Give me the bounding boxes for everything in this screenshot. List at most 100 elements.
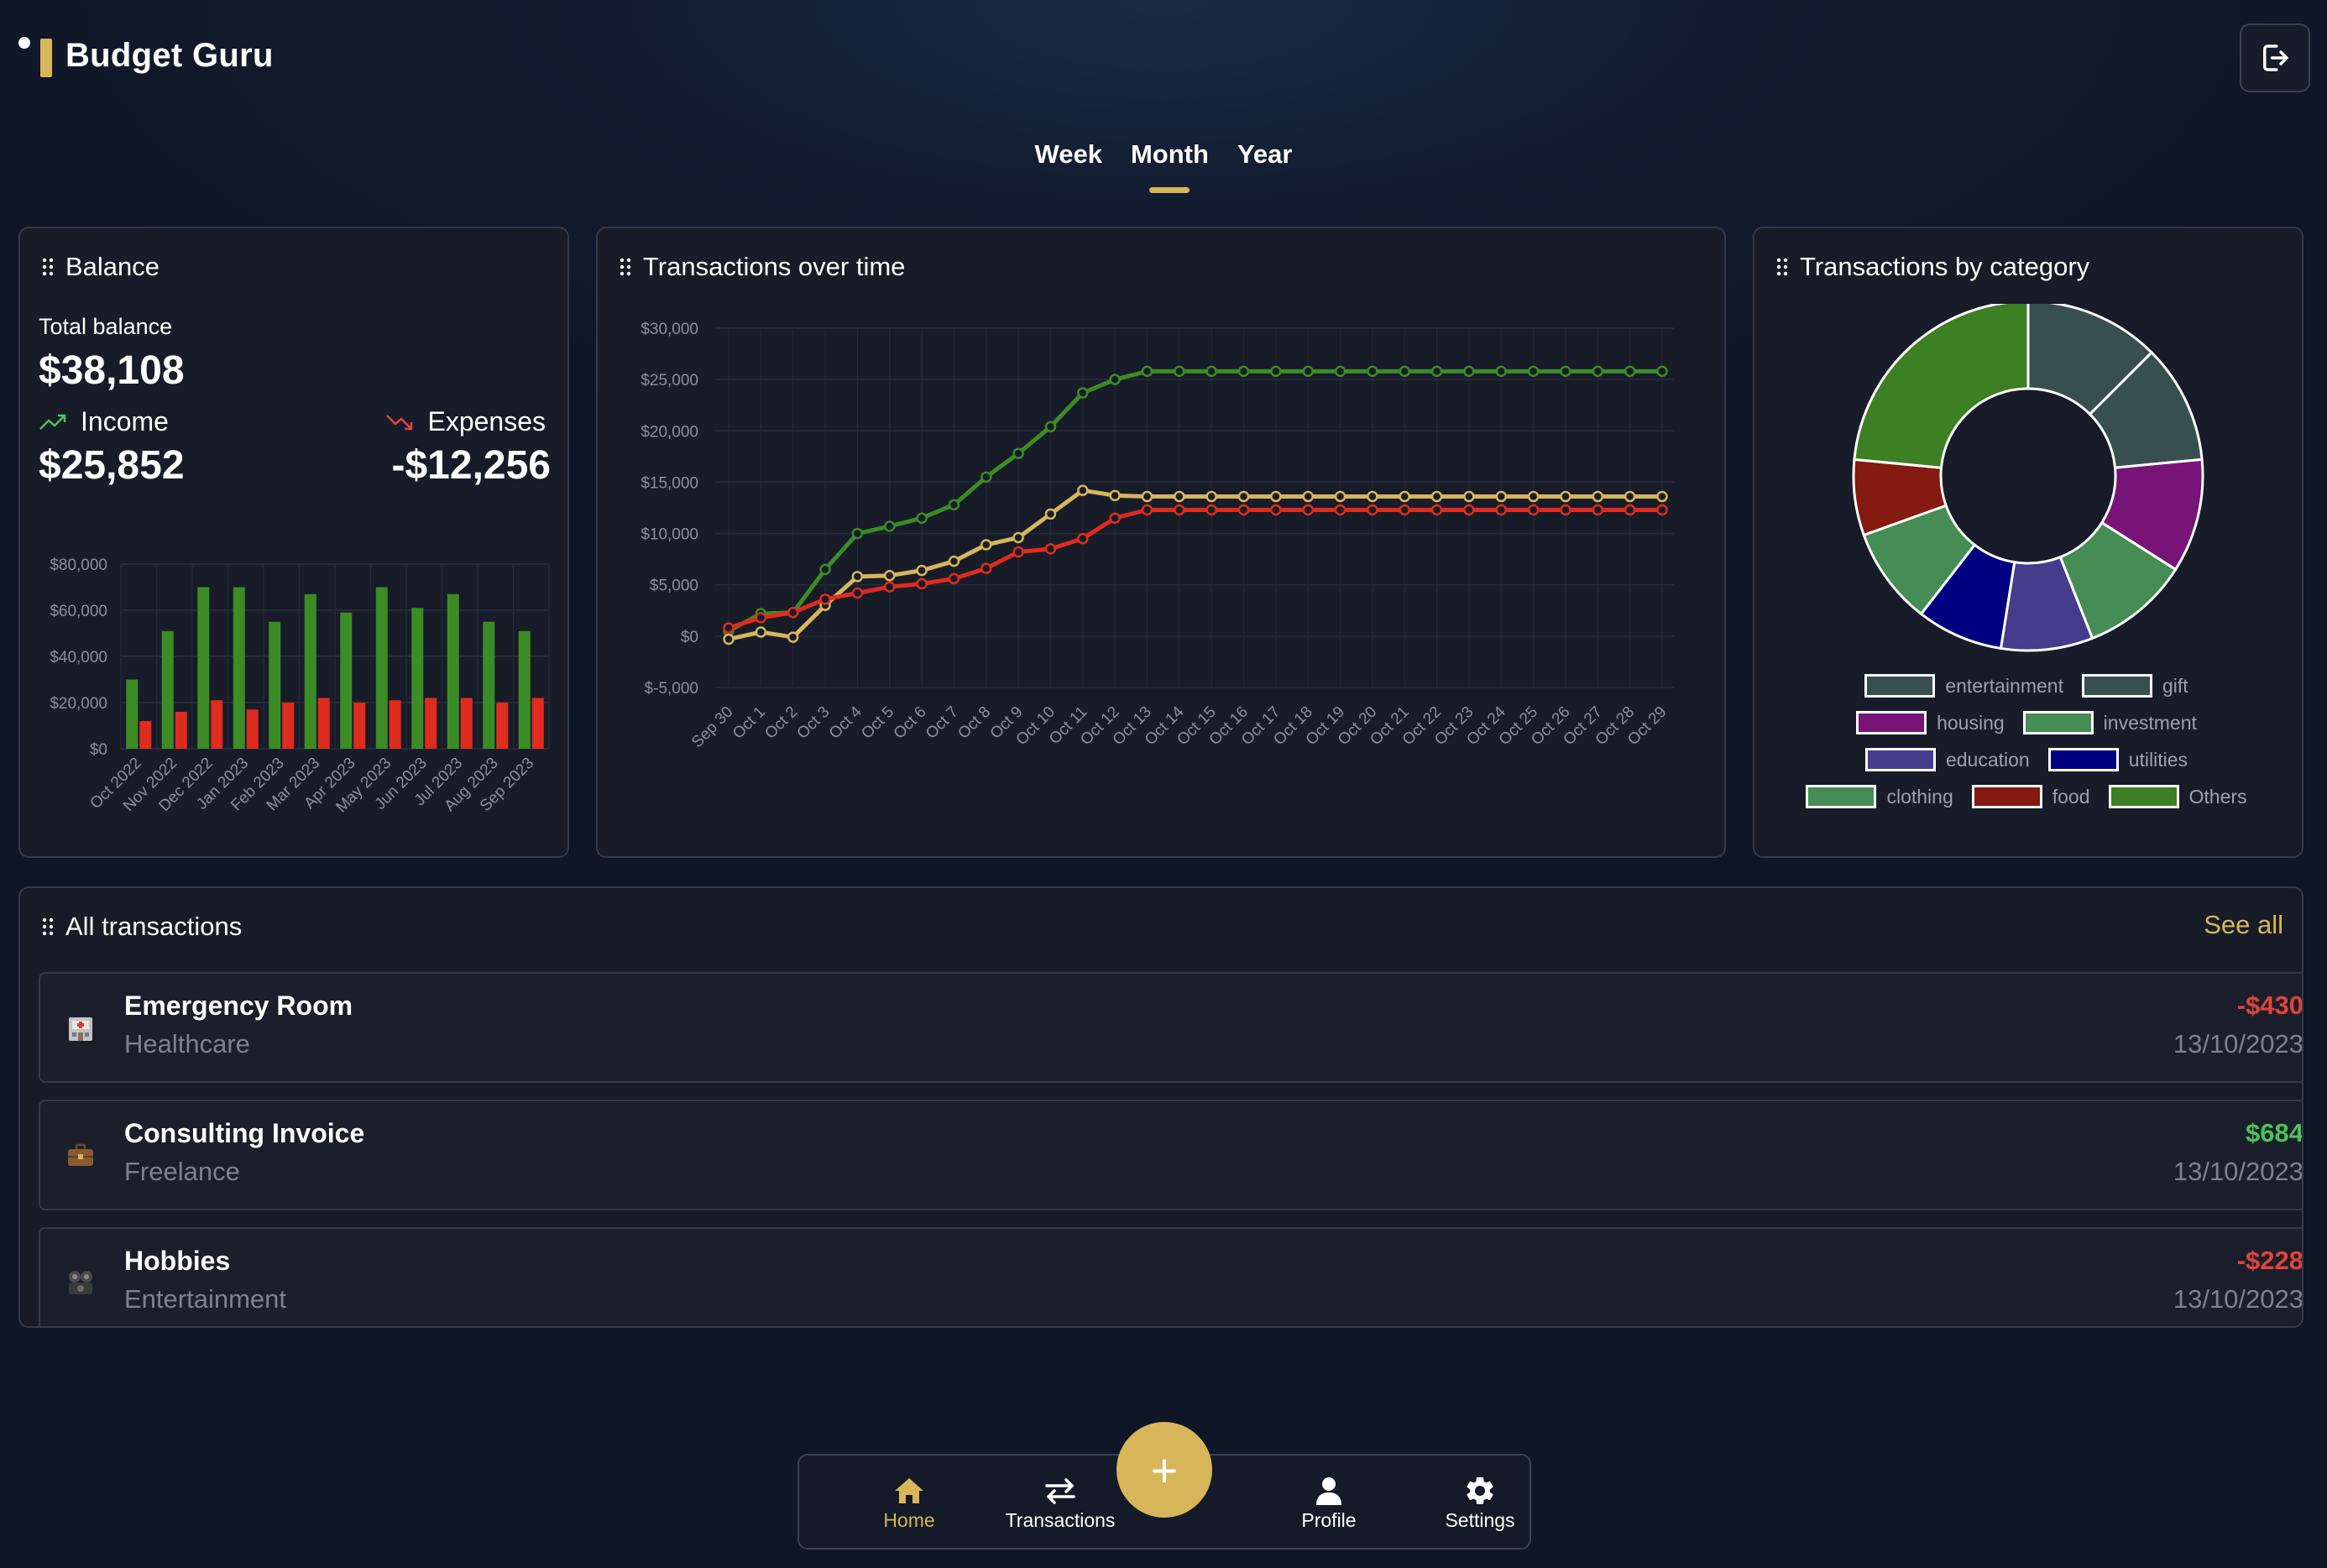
tab-week[interactable]: Week bbox=[1035, 139, 1102, 180]
data-point bbox=[1624, 504, 1636, 516]
x-tick-label: Oct 7 bbox=[923, 703, 962, 743]
data-point bbox=[948, 572, 960, 585]
data-point bbox=[1077, 532, 1089, 545]
legend-item[interactable]: clothing bbox=[1806, 784, 1953, 809]
bar bbox=[389, 700, 401, 749]
nav-settings-label: Settings bbox=[1445, 1509, 1515, 1531]
expenses-label: Expenses bbox=[427, 406, 546, 436]
transaction-name: Hobbies bbox=[124, 1246, 231, 1276]
data-point bbox=[1463, 504, 1475, 516]
legend-label: utilities bbox=[2128, 748, 2188, 771]
see-all-link[interactable]: See all bbox=[2204, 910, 2283, 940]
x-tick-label: Oct 3 bbox=[794, 703, 834, 743]
legend-item[interactable]: investment bbox=[2022, 710, 2197, 735]
y-tick-label: $-5,000 bbox=[645, 680, 698, 698]
data-point bbox=[755, 626, 767, 638]
nav-transactions[interactable]: Transactions bbox=[989, 1472, 1132, 1532]
y-tick-label: $60,000 bbox=[50, 603, 107, 620]
tab-month[interactable]: Month bbox=[1131, 139, 1209, 180]
data-point bbox=[1302, 504, 1314, 516]
transactions-line-chart: $30,000 $25,000 $20,000 $15,000 $10,000 $5,00… bbox=[641, 321, 1674, 751]
bar bbox=[460, 698, 473, 749]
data-point bbox=[723, 622, 735, 634]
legend-swatch bbox=[2022, 711, 2094, 734]
data-point bbox=[1527, 490, 1540, 503]
data-point bbox=[1624, 490, 1636, 503]
legend-item[interactable]: education bbox=[1864, 747, 2030, 772]
y-tick-label: $20,000 bbox=[50, 695, 107, 713]
x-tick-label: Oct 5 bbox=[858, 703, 897, 743]
data-point bbox=[819, 563, 831, 576]
data-point bbox=[1495, 365, 1508, 378]
drag-handle-icon[interactable] bbox=[42, 258, 54, 276]
all-transactions-title: All transactions bbox=[65, 912, 243, 941]
data-point bbox=[1527, 365, 1540, 378]
balance-title: Balance bbox=[65, 252, 160, 281]
data-point bbox=[1012, 447, 1024, 459]
drag-handle-icon[interactable] bbox=[1776, 258, 1788, 276]
data-point bbox=[787, 606, 799, 619]
transaction-name: Emergency Room bbox=[124, 990, 353, 1021]
data-point bbox=[1044, 543, 1057, 555]
income-row: Income bbox=[39, 406, 169, 437]
data-point bbox=[723, 633, 735, 645]
data-point bbox=[1174, 365, 1185, 378]
bar bbox=[411, 608, 424, 749]
data-point bbox=[1495, 504, 1508, 516]
transaction-row[interactable]: Hobbies Entertainment -$228 13/10/2023 bbox=[39, 1227, 2302, 1326]
data-point bbox=[948, 499, 960, 511]
transaction-row[interactable]: Emergency Room Healthcare -$430 13/10/20… bbox=[39, 972, 2302, 1083]
data-point bbox=[1012, 546, 1024, 558]
bar bbox=[304, 593, 316, 749]
logout-icon bbox=[2263, 44, 2288, 71]
y-tick-label: $15,000 bbox=[641, 474, 698, 492]
series-line bbox=[728, 507, 1662, 630]
data-point bbox=[851, 527, 864, 540]
transactions-over-time-card: Transactions over time $30,000 $25,000 $20… bbox=[596, 227, 1726, 858]
transaction-date: 13/10/2023 bbox=[2173, 1157, 2303, 1186]
data-point bbox=[1399, 490, 1410, 503]
add-transaction-button[interactable]: + bbox=[1116, 1422, 1212, 1518]
data-point bbox=[916, 578, 928, 590]
logout-button[interactable] bbox=[2240, 24, 2310, 92]
bar bbox=[126, 679, 139, 749]
transactions-over-time-header: Transactions over time bbox=[620, 252, 905, 282]
nav-profile[interactable]: Profile bbox=[1258, 1472, 1400, 1532]
data-point bbox=[1044, 421, 1057, 433]
data-point bbox=[1334, 365, 1347, 378]
bar bbox=[269, 621, 281, 749]
person-icon bbox=[1316, 1477, 1341, 1505]
bar bbox=[161, 630, 174, 749]
legend-item[interactable]: entertainment bbox=[1864, 673, 2063, 698]
nav-home[interactable]: Home bbox=[838, 1472, 980, 1532]
legend-item[interactable]: Others bbox=[2108, 784, 2247, 809]
data-point bbox=[1560, 490, 1571, 503]
period-tabs: Week Month Year bbox=[1007, 139, 1320, 180]
bar bbox=[483, 621, 495, 749]
bar bbox=[317, 698, 330, 749]
data-point bbox=[1656, 504, 1668, 516]
all-transactions-header: All transactions bbox=[42, 912, 242, 942]
bar bbox=[425, 698, 437, 749]
legend-item[interactable]: food bbox=[1971, 784, 2090, 809]
data-point bbox=[1367, 365, 1378, 378]
data-point bbox=[1205, 490, 1217, 503]
bar bbox=[197, 587, 210, 749]
drag-handle-icon[interactable] bbox=[42, 917, 54, 936]
data-point bbox=[1656, 365, 1668, 378]
data-point bbox=[1560, 365, 1571, 378]
transaction-row[interactable]: Consulting Invoice Freelance $684 13/10/… bbox=[39, 1100, 2303, 1210]
data-point bbox=[851, 587, 864, 599]
legend-item[interactable]: gift bbox=[2081, 673, 2188, 698]
drag-handle-icon[interactable] bbox=[620, 258, 631, 276]
data-point bbox=[1656, 490, 1668, 503]
nav-transactions-label: Transactions bbox=[1005, 1509, 1116, 1531]
legend-item[interactable]: housing bbox=[1856, 710, 2005, 735]
legend-item[interactable]: utilities bbox=[2047, 747, 2188, 772]
data-point bbox=[1205, 504, 1217, 516]
y-tick-label: $20,000 bbox=[641, 423, 698, 441]
data-point bbox=[883, 581, 896, 593]
transaction-name: Consulting Invoice bbox=[124, 1118, 365, 1148]
tab-year[interactable]: Year bbox=[1237, 139, 1293, 180]
nav-settings[interactable]: Settings bbox=[1409, 1472, 1551, 1532]
